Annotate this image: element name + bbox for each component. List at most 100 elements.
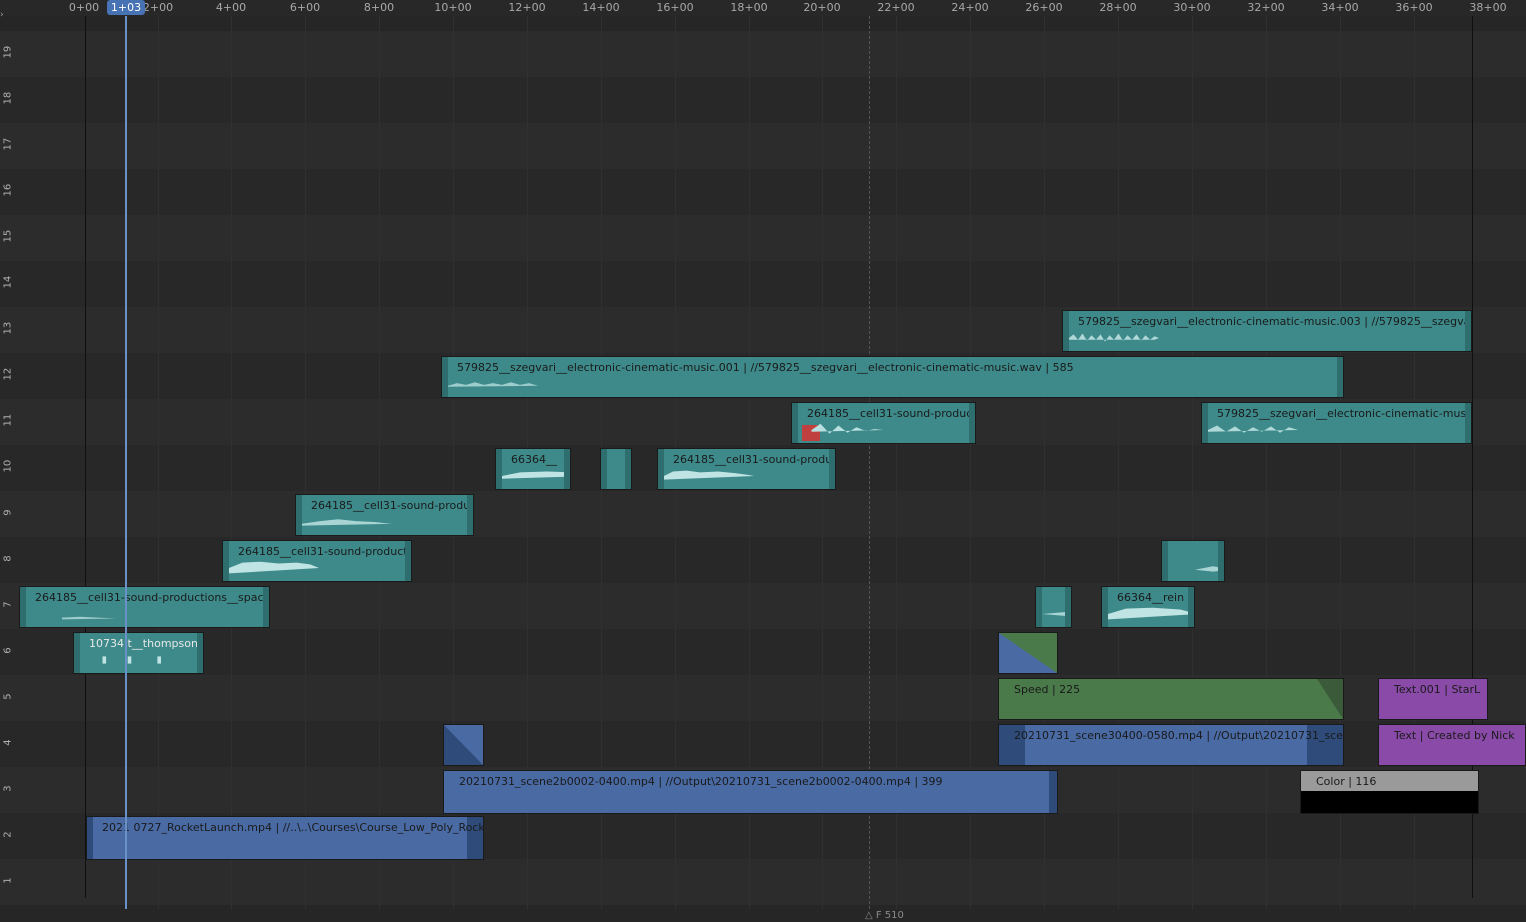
footer-bar [0, 909, 1526, 922]
channel-number: 15 [2, 229, 14, 243]
grid-line [1192, 16, 1193, 909]
grid-line [231, 16, 232, 909]
sound-strip[interactable]: 579825__szegvari__electronic-cinematic-m… [1062, 310, 1472, 352]
sound-strip[interactable]: 66364__ [495, 448, 571, 490]
text-strip[interactable]: Text | Created by Nick [1378, 724, 1526, 766]
waveform [811, 423, 884, 434]
ruler-tick: 6+00 [289, 1, 321, 14]
transition-strip[interactable] [998, 632, 1058, 674]
channel-number: 11 [2, 413, 14, 427]
sound-strip[interactable]: 264185__cell31-sound-produc [791, 402, 976, 444]
collapse-chevron-icon[interactable]: › [0, 10, 4, 20]
movie-strip[interactable]: 2021 0727_RocketLaunch.mp4 | //..\..\Cou… [86, 816, 484, 860]
channel-number: 1 [2, 877, 14, 884]
playhead[interactable] [125, 16, 127, 922]
channel-number: 3 [2, 785, 14, 792]
waveform [302, 519, 392, 526]
strip-label: 579825__szegvari__electronic-cinematic-m… [1078, 315, 1472, 328]
strip-handle[interactable] [87, 817, 93, 859]
fade-ramp [1317, 679, 1343, 719]
strip-label: 264185__cell31-sound-productions__space-… [35, 591, 270, 604]
channel-row: 16 [0, 169, 1526, 215]
ruler-tick: 28+00 [1099, 1, 1137, 14]
strip-label: 264185__cell31-sound-produ [311, 499, 471, 512]
ruler-tick: 20+00 [803, 1, 841, 14]
speed-effect-strip[interactable]: Speed | 225 [998, 678, 1344, 720]
ruler-tick: 30+00 [1173, 1, 1211, 14]
strip-label: 10734 t__thompson [89, 637, 198, 650]
ruler-tick: 32+00 [1247, 1, 1285, 14]
playhead-frame-label[interactable]: 1+03 [107, 0, 145, 15]
channel-row: 9 [0, 491, 1526, 537]
timeline-ruler[interactable]: 0+00 2+00 4+00 6+00 8+00 10+00 12+00 14+… [0, 0, 1526, 16]
frame-label-text: F 510 [875, 910, 904, 921]
strip-label: 579825__szegvari__electronic-cinematic-m… [1217, 407, 1472, 420]
channel-number: 19 [2, 45, 14, 59]
frame-indicator: △ F 510 [865, 910, 904, 921]
strip-label: Color | 116 [1316, 775, 1377, 788]
grid-line [379, 16, 380, 909]
channel-number: 6 [2, 647, 14, 654]
ruler-tick: 16+00 [656, 1, 694, 14]
movie-strip[interactable]: 20210731_scene30400-0580.mp4 | //Output\… [998, 724, 1344, 766]
waveform [1042, 611, 1071, 617]
strip-label: 20210731_scene30400-0580.mp4 | //Output\… [1014, 729, 1344, 742]
strip-label: 264185__cell31-sound-produ [673, 453, 833, 466]
grid-line [1118, 16, 1119, 909]
channel-row: 6 [0, 629, 1526, 675]
color-strip[interactable]: Color | 116 [1300, 770, 1479, 814]
ruler-tick: 18+00 [730, 1, 768, 14]
sound-strip[interactable] [1161, 540, 1225, 582]
strip-label: 2021 0727_RocketLaunch.mp4 | //..\..\Cou… [102, 821, 484, 834]
grid-line [1266, 16, 1267, 909]
waveform [1108, 607, 1194, 620]
strip-label: 20210731_scene2b0002-0400.mp4 | //Output… [459, 775, 943, 788]
transition-strip[interactable] [443, 724, 484, 766]
waveform [1195, 566, 1224, 572]
ruler-tick: 22+00 [877, 1, 915, 14]
sound-strip[interactable]: 264185__cell31-sound-producti [222, 540, 412, 582]
ruler-tick: 26+00 [1025, 1, 1063, 14]
sound-strip[interactable]: 66364__rein [1101, 586, 1195, 628]
strip-label: 66364__ [511, 453, 557, 466]
waveform [1069, 333, 1159, 342]
channel-number: 5 [2, 693, 14, 700]
grid-line [305, 16, 306, 909]
ruler-tick: 24+00 [951, 1, 989, 14]
movie-strip[interactable]: 20210731_scene2b0002-0400.mp4 | //Output… [443, 770, 1058, 814]
channel-number: 10 [2, 459, 14, 473]
sound-strip[interactable]: 579825__szegvari__electronic-cinematic-m… [1201, 402, 1472, 444]
wipe-transition-icon [444, 725, 483, 765]
sound-strip[interactable]: 10734 t__thompson [73, 632, 204, 674]
channel-number: 13 [2, 321, 14, 335]
strip-label: 264185__cell31-sound-produc [807, 407, 973, 420]
grid-line [158, 16, 159, 909]
sound-strip[interactable]: 264185__cell31-sound-productions__space-… [19, 586, 270, 628]
strip-label: 264185__cell31-sound-producti [238, 545, 411, 558]
channel-row: 17 [0, 123, 1526, 169]
ruler-tick: 10+00 [434, 1, 472, 14]
sound-strip[interactable]: 579825__szegvari__electronic-cinematic-m… [441, 356, 1344, 398]
channel-row: 18 [0, 77, 1526, 123]
sound-strip[interactable] [1035, 586, 1072, 628]
strip-label: 579825__szegvari__electronic-cinematic-m… [457, 361, 1074, 374]
strip-handle[interactable] [1049, 771, 1057, 813]
sound-strip[interactable] [600, 448, 632, 490]
cross-transition-icon [999, 633, 1057, 673]
waveform [62, 616, 116, 620]
channel-number: 8 [2, 555, 14, 562]
sound-strip[interactable]: 264185__cell31-sound-produ [295, 494, 474, 536]
channel-row: 14 [0, 261, 1526, 307]
channel-row: 19 [0, 31, 1526, 77]
ruler-tick: 36+00 [1395, 1, 1433, 14]
waveform [1208, 425, 1298, 433]
strip-label: 66364__rein [1117, 591, 1185, 604]
ruler-tick: 12+00 [508, 1, 546, 14]
ruler-tick: 34+00 [1321, 1, 1359, 14]
text-strip[interactable]: Text.001 | StarL [1378, 678, 1488, 720]
waveform [607, 467, 632, 485]
ruler-tick: 8+00 [363, 1, 395, 14]
ruler-tick: 0+00 [68, 1, 100, 14]
sound-strip[interactable]: 264185__cell31-sound-produ [657, 448, 836, 490]
channel-number: 16 [2, 183, 14, 197]
